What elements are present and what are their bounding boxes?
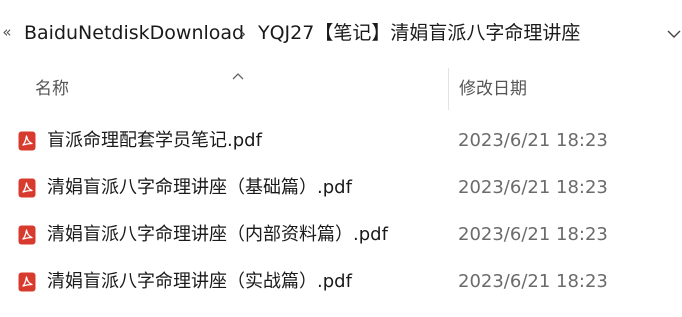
breadcrumb-overflow-button[interactable]: «: [0, 20, 14, 44]
pdf-icon: [18, 272, 36, 292]
column-header-date-modified[interactable]: 修改日期: [449, 60, 682, 118]
breadcrumb-current-folder[interactable]: YQJ27【笔记】清娟盲派八字命理讲座: [258, 20, 580, 46]
column-date-label: 修改日期: [459, 79, 527, 99]
address-bar[interactable]: « BaiduNetdiskDownload › YQJ27【笔记】清娟盲派八字…: [0, 0, 682, 61]
file-date-modified: 2023/6/21 18:23: [458, 177, 608, 198]
file-name[interactable]: 清娟盲派八字命理讲座（内部资料篇）.pdf: [47, 222, 388, 248]
column-header: 名称 修改日期: [0, 60, 682, 118]
pdf-icon: [18, 178, 36, 198]
file-name[interactable]: 清娟盲派八字命理讲座（实战篇）.pdf: [47, 269, 352, 295]
pdf-icon: [18, 131, 36, 151]
file-date-modified: 2023/6/21 18:23: [458, 130, 608, 151]
file-row[interactable]: 清娟盲派八字命理讲座（实战篇）.pdf 2023/6/21 18:23: [0, 259, 682, 306]
column-header-name[interactable]: 名称: [24, 60, 448, 118]
file-row[interactable]: 清娟盲派八字命理讲座（基础篇）.pdf 2023/6/21 18:23: [0, 165, 682, 212]
file-date-modified: 2023/6/21 18:23: [458, 224, 608, 245]
chevron-down-icon[interactable]: [664, 22, 682, 46]
file-name[interactable]: 清娟盲派八字命理讲座（基础篇）.pdf: [47, 175, 352, 201]
breadcrumb-separator-chevron-icon[interactable]: ›: [236, 22, 250, 46]
file-row[interactable]: 盲派命理配套学员笔记.pdf 2023/6/21 18:23: [0, 118, 682, 165]
file-explorer-window: « BaiduNetdiskDownload › YQJ27【笔记】清娟盲派八字…: [0, 0, 682, 317]
file-list: 盲派命理配套学员笔记.pdf 2023/6/21 18:23 清娟盲派八字命理讲…: [0, 118, 682, 306]
file-row[interactable]: 清娟盲派八字命理讲座（内部资料篇）.pdf 2023/6/21 18:23: [0, 212, 682, 259]
file-date-modified: 2023/6/21 18:23: [458, 271, 608, 292]
pdf-icon: [18, 225, 36, 245]
file-name[interactable]: 盲派命理配套学员笔记.pdf: [47, 128, 262, 154]
breadcrumb-root-folder[interactable]: BaiduNetdiskDownload: [24, 20, 244, 46]
sort-ascending-icon: [231, 66, 245, 80]
column-name-label: 名称: [35, 79, 69, 99]
